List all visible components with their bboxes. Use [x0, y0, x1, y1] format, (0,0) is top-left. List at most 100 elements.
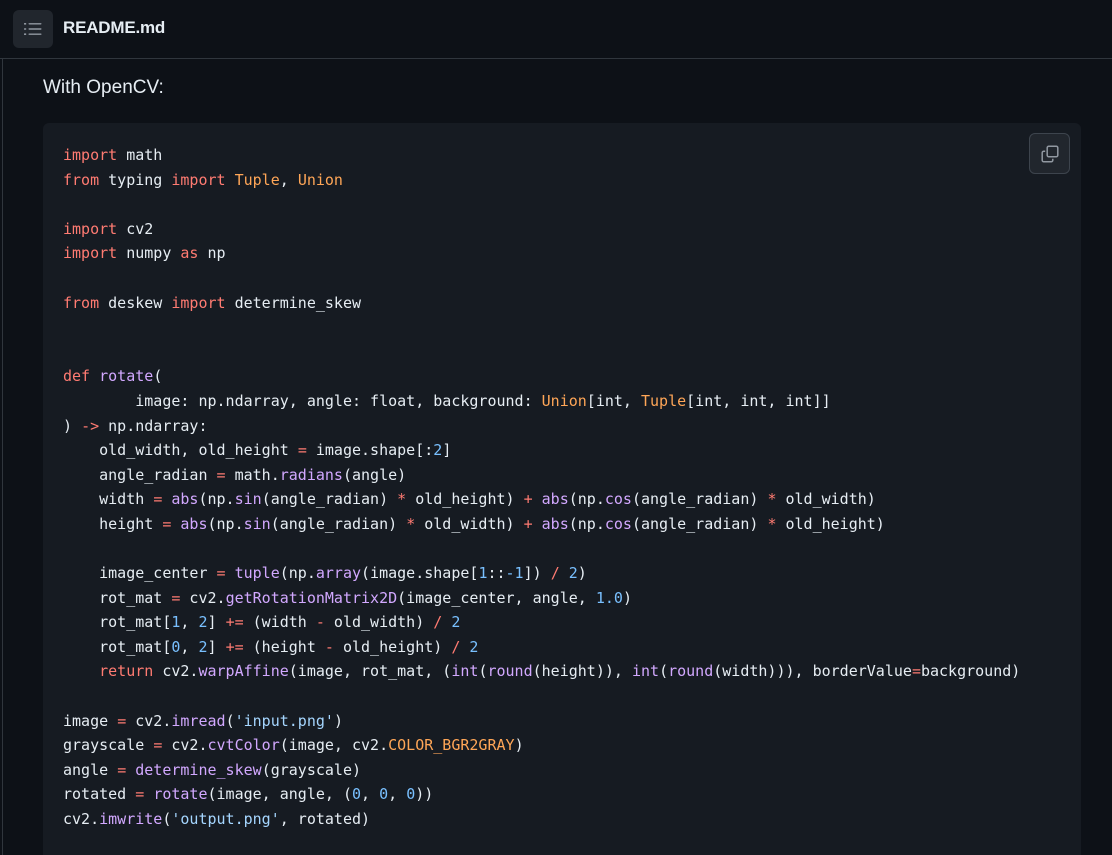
code-token: typing	[99, 170, 172, 189]
code-token: (angle_radian)	[270, 514, 407, 533]
code-line: from deskew import determine_skew	[63, 291, 1020, 316]
code-line: old_width, old_height = image.shape[:2]	[63, 438, 1020, 463]
code-line: import numpy as np	[63, 241, 1020, 266]
code-token: 2	[469, 637, 479, 656]
code-token: import	[63, 219, 118, 238]
code-token: as	[180, 244, 199, 263]
copy-button[interactable]	[1029, 133, 1070, 174]
code-token: 'output.png'	[171, 810, 280, 829]
code-token: [int, int, int]]	[686, 391, 831, 410]
code-token: abs	[541, 514, 569, 533]
code-token: =	[216, 564, 226, 583]
code-token: round	[487, 662, 533, 681]
code-token: (np.	[207, 514, 244, 533]
code-token: (width	[243, 613, 316, 632]
code-token: import	[171, 170, 226, 189]
code-token: tuple	[234, 564, 280, 583]
code-token: *	[406, 514, 416, 533]
code-line: rot_mat[0, 2] += (height - old_height) /…	[63, 635, 1020, 660]
list-unordered-icon	[24, 23, 42, 35]
code-token: imread	[171, 711, 226, 730]
code-token: (	[659, 662, 669, 681]
code-line: grayscale = cv2.cvtColor(image, cv2.COLO…	[63, 733, 1020, 758]
code-line: def rotate(	[63, 364, 1020, 389]
code-token: cv2.	[126, 711, 172, 730]
code-line: angle = determine_skew(grayscale)	[63, 758, 1020, 783]
code-token: (angle_radian)	[631, 490, 768, 509]
code-token: sin	[243, 514, 271, 533]
code-token: def	[63, 367, 91, 386]
code-token: +	[523, 490, 533, 509]
code-token: Tuple	[234, 170, 280, 189]
outline-toggle-button[interactable]	[13, 10, 53, 48]
code-token: ,	[361, 785, 380, 804]
code-token: determine_skew	[135, 760, 262, 779]
code-line: width = abs(np.sin(angle_radian) * old_h…	[63, 487, 1020, 512]
code-token: abs	[541, 490, 569, 509]
code-token: angle_radian	[63, 465, 217, 484]
code-line: rot_mat[1, 2] += (width - old_width) / 2	[63, 610, 1020, 635]
code-token: sin	[234, 490, 262, 509]
code-token: int	[451, 662, 479, 681]
code-token: /	[550, 564, 560, 583]
code-token: angle	[63, 760, 118, 779]
file-header: README.md	[0, 0, 1112, 59]
code-token: (np.	[198, 490, 235, 509]
code-token: cv2.	[180, 588, 226, 607]
code-token: radians	[279, 465, 343, 484]
code-token: 2	[198, 637, 208, 656]
code-token: abs	[171, 490, 199, 509]
code-token: 1.0	[595, 588, 623, 607]
code-token: )	[63, 416, 82, 435]
code-token: ,	[180, 637, 199, 656]
code-token: , rotated)	[279, 810, 371, 829]
code-line: return cv2.warpAffine(image, rot_mat, (i…	[63, 659, 1020, 684]
code-token: background)	[920, 662, 1021, 681]
code-token: =	[153, 490, 163, 509]
code-token: [int,	[586, 391, 641, 410]
code-token: rotated	[63, 785, 136, 804]
code-token: (image, cv2.	[279, 736, 389, 755]
code-token: -1	[505, 564, 524, 583]
code-token: )	[514, 736, 524, 755]
code-token: /	[433, 613, 443, 632]
code-token: Union	[541, 391, 587, 410]
code-token: cv2.	[162, 736, 208, 755]
code-token: numpy	[117, 244, 181, 263]
code-token: )	[577, 564, 587, 583]
code-token: ])	[523, 564, 551, 583]
code-line: cv2.imwrite('output.png', rotated)	[63, 807, 1020, 832]
code-token: cv2.	[153, 662, 199, 681]
code-token: from	[63, 170, 100, 189]
code-token: (width))), borderValue	[713, 662, 912, 681]
code-token: rot_mat[	[63, 637, 172, 656]
code-token: image.shape[:	[306, 441, 434, 460]
code-token: cv2	[117, 219, 154, 238]
code-token: Union	[297, 170, 343, 189]
code-token: cos	[604, 490, 632, 509]
code-token: +=	[225, 637, 244, 656]
content-border	[2, 59, 3, 855]
code-line: rot_mat = cv2.getRotationMatrix2D(image_…	[63, 586, 1020, 611]
code-block: import math from typing import Tuple, Uni…	[43, 123, 1081, 855]
code-token: ]	[442, 441, 452, 460]
code-token: rotate	[99, 367, 154, 386]
code-token: (np.	[279, 564, 316, 583]
code-token: warpAffine	[198, 662, 289, 681]
code-line: import cv2	[63, 217, 1020, 242]
code-line: rotated = rotate(image, angle, (0, 0, 0)…	[63, 782, 1020, 807]
code-token: =	[153, 736, 163, 755]
code-token: Tuple	[640, 391, 687, 410]
code-token: image_center	[63, 564, 217, 583]
code-token: array	[315, 564, 362, 583]
code-token: math	[117, 146, 163, 164]
code-token: ::	[487, 564, 506, 583]
code-token: 2	[568, 564, 578, 583]
